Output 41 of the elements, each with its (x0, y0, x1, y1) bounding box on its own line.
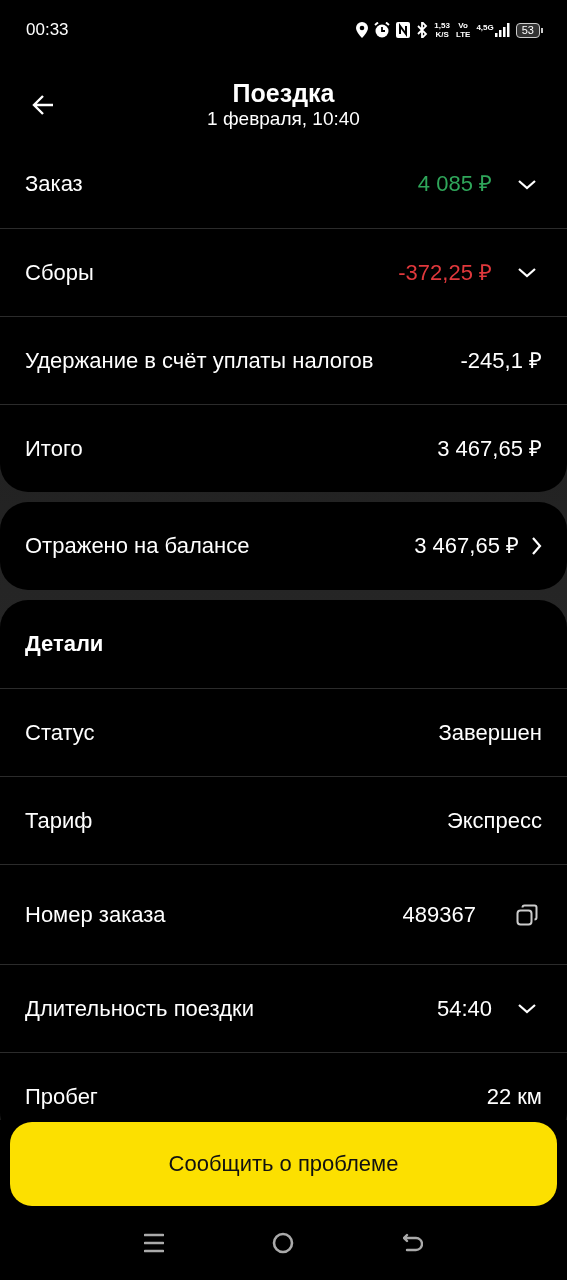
network-type: 4,5G (476, 23, 494, 32)
row-value: 3 467,65 ₽ (437, 434, 542, 463)
trip-date: 1 февраля, 10:40 (207, 108, 360, 130)
volte-label: Vo (458, 21, 468, 30)
lte-label: LTE (455, 30, 471, 39)
row-value: -245,1 ₽ (460, 346, 542, 375)
row-value: Экспресс (446, 806, 542, 835)
back-nav-button[interactable] (402, 1233, 423, 1253)
row-label: Тариф (25, 806, 94, 835)
row-label: Сборы (25, 258, 95, 287)
alarm-icon (374, 22, 391, 38)
row-label: Длительность поездки (25, 994, 255, 1023)
report-problem-button[interactable]: Сообщить о проблеме (10, 1122, 557, 1206)
clock: 00:33 (26, 20, 69, 40)
menu-button[interactable] (144, 1233, 165, 1253)
row-label: Отражено на балансе (25, 532, 251, 560)
signal-icon (494, 23, 510, 37)
row-value: 3 467,65 ₽ (414, 532, 519, 560)
row-value: 489367 (402, 900, 476, 929)
row-value: -372,25 ₽ (398, 258, 492, 287)
row-value: 4 085 ₽ (417, 170, 492, 198)
back-arrow-icon (32, 94, 55, 116)
row-label: Статус (25, 718, 96, 747)
row-label: Номер заказа (25, 900, 167, 929)
chevron-right-icon[interactable] (531, 537, 542, 555)
network-speed: 1,53 (434, 21, 450, 30)
row-label: Итого (25, 434, 84, 463)
row-value: 54:40 (436, 994, 492, 1023)
section-title: Детали (25, 631, 104, 657)
row-label: Заказ (25, 170, 84, 198)
row-value: Завершен (438, 718, 542, 747)
row-label: Удержание в счёт уплаты налогов (25, 346, 375, 375)
bluetooth-icon (416, 22, 429, 38)
location-icon (356, 22, 369, 38)
screen-title: Поездка (232, 78, 335, 108)
battery-indicator: 53 (515, 22, 540, 38)
speed-unit: K/S (435, 30, 449, 39)
row-value: 22 км (486, 1082, 542, 1111)
home-button[interactable] (272, 1232, 295, 1254)
row-label: Пробег (25, 1082, 99, 1111)
nfc-icon (396, 22, 411, 38)
